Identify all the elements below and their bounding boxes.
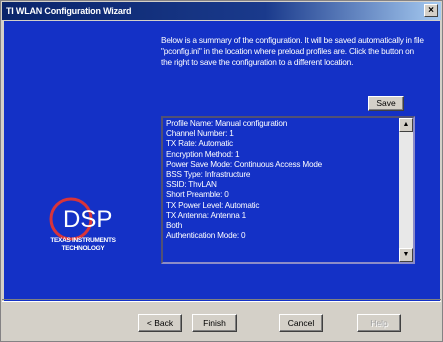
config-line: Profile Name: Manual configuration [166, 119, 288, 128]
config-line: Authentication Mode: 0 [166, 231, 246, 241]
cancel-button[interactable]: Cancel [279, 314, 323, 332]
config-line: Channel Number: 1 [166, 129, 234, 139]
config-line: TX Power Level: Automatic [166, 200, 260, 210]
company-line-1: TEXAS INSTRUMENTS [50, 237, 116, 244]
list-scrollbar[interactable]: ▲ ▼ [399, 118, 413, 262]
config-line: Power Save Mode: Continuous Access Mode [166, 159, 323, 169]
wizard-window: TI WLAN Configuration Wizard × Below is … [0, 0, 443, 342]
configuration-lines: Profile Name: Manual configuration Channe… [166, 119, 394, 261]
config-line: SSID: ThvLAN [166, 180, 217, 190]
summary-description: Below is a summary of the configuration.… [161, 35, 424, 67]
back-button[interactable]: < Back [138, 314, 182, 332]
scroll-up-arrow-icon[interactable]: ▲ [399, 118, 413, 132]
window-title: TI WLAN Configuration Wizard [6, 6, 132, 16]
logo-brand-text: DSP [63, 206, 112, 233]
config-line: Both [166, 221, 183, 231]
help-button[interactable]: Help [357, 314, 401, 332]
finish-button[interactable]: Finish [192, 314, 237, 332]
config-line: TX Antenna: Antenna 1 [166, 210, 247, 220]
config-line: Short Preamble: 0 [166, 190, 229, 200]
config-line: Encryption Method: 1 [166, 149, 240, 159]
title-bar[interactable]: TI WLAN Configuration Wizard × [2, 2, 441, 20]
configuration-summary-list[interactable]: Profile Name: Manual configuration Channe… [161, 116, 415, 264]
texas-instruments-caption: TEXAS INSTRUMENTS TECHNOLOGY [43, 237, 123, 253]
save-button[interactable]: Save [368, 96, 404, 111]
footer-separator [2, 299, 441, 300]
config-line: BSS Type: Infrastructure [166, 170, 251, 180]
config-line: TX Rate: Automatic [166, 139, 233, 149]
close-button[interactable]: × [424, 4, 438, 17]
company-line-2: TECHNOLOGY [61, 245, 105, 252]
scroll-down-arrow-icon[interactable]: ▼ [399, 248, 413, 262]
